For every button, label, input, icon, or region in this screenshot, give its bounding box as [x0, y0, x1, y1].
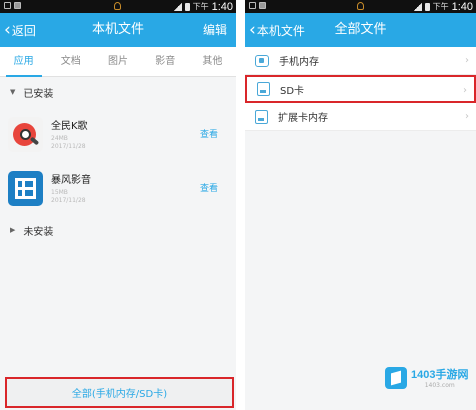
- storage-label: 扩展卡内存: [278, 113, 328, 124]
- storm-film-icon: [8, 170, 43, 206]
- triangle-right-icon: ▶: [10, 226, 16, 234]
- list-item[interactable]: 全民K歌 24MB 2017/11/28 查看: [0, 107, 236, 161]
- title-bar: ‹ 本机文件 全部文件: [245, 13, 476, 47]
- battery-icon: [184, 2, 190, 11]
- page-title: 全部文件: [334, 22, 387, 37]
- watermark-logo-icon: [385, 366, 407, 389]
- all-storage-button[interactable]: 全部(手机内存/SD卡): [5, 377, 234, 408]
- status-ampm: 下午: [192, 2, 209, 11]
- chevron-right-icon: ›: [465, 111, 469, 122]
- tab-apps[interactable]: 应用: [0, 47, 47, 76]
- section-installed[interactable]: ▼ 已安装: [0, 77, 236, 107]
- status-ampm: 下午: [432, 2, 449, 11]
- status-bar: 下午 1:40: [0, 0, 236, 13]
- notification-icon: [249, 2, 256, 9]
- page-title: 本机文件: [91, 22, 144, 37]
- sd-card-icon: [257, 82, 270, 96]
- status-right: 下午 1:40: [172, 0, 233, 13]
- tab-media[interactable]: 影音: [142, 47, 189, 76]
- chevron-right-icon: ›: [465, 55, 469, 66]
- storage-item-extension[interactable]: 扩展卡内存 ›: [245, 103, 476, 131]
- watermark-text: 1403手游网: [411, 369, 469, 381]
- screenshot-stage: 下午 1:40 ‹ 返回 本机文件 编辑 应用 文档 图片 影音 其他 ▼ 已安…: [0, 0, 476, 410]
- left-phone-screen: 下午 1:40 ‹ 返回 本机文件 编辑 应用 文档 图片 影音 其他 ▼ 已安…: [0, 0, 236, 410]
- chevron-right-icon: ›: [463, 85, 467, 96]
- view-button[interactable]: 查看: [200, 127, 218, 140]
- phone-storage-icon: [255, 54, 269, 67]
- watermark-subtext: 1403.com: [424, 382, 455, 389]
- bell-icon: [114, 2, 121, 10]
- bell-icon: [356, 2, 364, 10]
- right-phone-screen: 下午 1:40 ‹ 本机文件 全部文件 手机内存 › SD卡 › 扩展卡内存 ›: [245, 0, 476, 410]
- signal-icon: [172, 2, 182, 11]
- status-notifications: [249, 2, 266, 9]
- status-notifications: [4, 2, 21, 9]
- list-item[interactable]: 暴风影音 15MB 2017/11/28 查看: [0, 161, 236, 215]
- active-tab-indicator: [6, 75, 42, 77]
- battery-icon: [424, 2, 430, 11]
- signal-icon: [412, 2, 422, 11]
- status-time: 1:40: [451, 0, 473, 13]
- section-not-installed[interactable]: ▶ 未安装: [0, 215, 236, 245]
- storage-label: 手机内存: [279, 57, 319, 68]
- image-notification-icon: [259, 2, 266, 9]
- panel-divider: [236, 0, 245, 410]
- extension-card-icon: [255, 109, 268, 124]
- tab-images[interactable]: 图片: [94, 47, 141, 76]
- tab-other[interactable]: 其他: [189, 47, 236, 76]
- app-date: 2017/11/28: [51, 197, 86, 204]
- storage-label: SD卡: [280, 85, 305, 97]
- title-bar: ‹ 返回 本机文件 编辑: [0, 13, 236, 47]
- app-date: 2017/11/28: [51, 143, 86, 150]
- watermark: 1403手游网 1403.com: [385, 366, 468, 389]
- tab-documents[interactable]: 文档: [47, 47, 94, 76]
- triangle-down-icon: ▼: [10, 88, 16, 96]
- image-notification-icon: [14, 2, 21, 9]
- status-right: 下午 1:40: [412, 0, 473, 13]
- category-tabs: 应用 文档 图片 影音 其他: [0, 47, 236, 77]
- section-label: 已安装: [23, 88, 54, 100]
- status-time: 1:40: [211, 0, 233, 13]
- watermark-text-block: 1403手游网 1403.com: [411, 366, 468, 389]
- status-bar: 下午 1:40: [245, 0, 476, 13]
- edit-button[interactable]: 编辑: [203, 13, 227, 47]
- view-button[interactable]: 查看: [200, 181, 218, 194]
- section-label: 未安装: [23, 226, 54, 238]
- storage-item-phone[interactable]: 手机内存 ›: [245, 47, 476, 75]
- storage-item-sd-card[interactable]: SD卡 ›: [245, 75, 476, 103]
- karaoke-icon: [8, 116, 43, 152]
- notification-icon: [4, 2, 11, 9]
